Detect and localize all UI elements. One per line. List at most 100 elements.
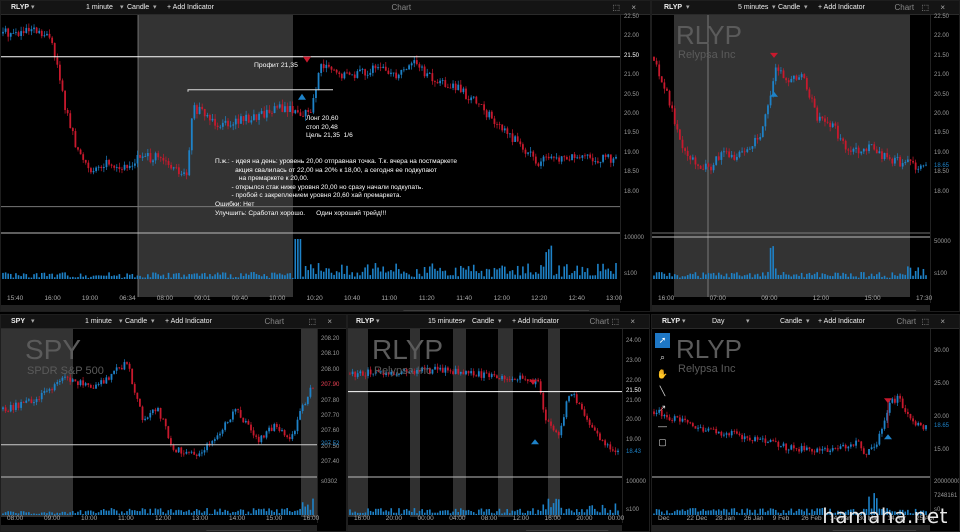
candle xyxy=(97,382,100,387)
time-navigator[interactable] xyxy=(348,525,622,531)
candle xyxy=(821,446,824,454)
close-icon[interactable]: × xyxy=(630,315,635,329)
interval-selector[interactable]: 15 minutes xyxy=(428,315,462,329)
symbol-selector[interactable]: RLYP xyxy=(664,1,682,15)
chart-type-selector[interactable]: Candle xyxy=(125,315,147,329)
dropdown-caret-icon[interactable]: ▾ xyxy=(772,1,776,15)
maximize-icon[interactable]: ⬚ xyxy=(308,315,316,329)
candle xyxy=(113,370,115,375)
chart-title: Chart xyxy=(896,317,917,326)
candle xyxy=(901,396,904,409)
price-axis: 22.50 22.00 21.50 21.00 20.50 20.00 19.50 19.00… xyxy=(620,14,650,303)
candle xyxy=(671,418,674,424)
dropdown-caret-icon[interactable]: ▾ xyxy=(804,1,808,15)
chart-type-selector[interactable]: Candle xyxy=(127,1,149,15)
maximize-icon[interactable]: ⬚ xyxy=(921,315,929,329)
axis-tick-label: 208.10 xyxy=(321,351,340,358)
interval-selector[interactable]: Day xyxy=(712,315,724,329)
dropdown-caret-icon[interactable]: ▾ xyxy=(806,315,810,329)
chart-header: RLYP ▾ 5 minutes ▾ Candle ▾ + Add Indicator Cha… xyxy=(652,1,959,15)
add-indicator-button[interactable]: + Add Indicator xyxy=(512,315,559,329)
candle xyxy=(74,379,77,382)
symbol-selector[interactable]: SPY xyxy=(11,315,25,329)
trade-notes: П.ж.: - идея на день: уровень 20,00 отпр… xyxy=(215,158,458,217)
close-icon[interactable]: × xyxy=(631,1,636,15)
time-tick-label: 16:00 xyxy=(44,295,61,302)
candle xyxy=(668,89,671,108)
candle xyxy=(686,419,689,425)
interval-selector[interactable]: 1 minute xyxy=(85,315,112,329)
chart-type-selector[interactable]: Candle xyxy=(780,315,802,329)
symbol-selector[interactable]: RLYP xyxy=(356,315,374,329)
axis-tick-label: 207.60 xyxy=(321,428,340,435)
candle xyxy=(751,439,754,444)
last-price-tag: 18.65 xyxy=(934,163,950,170)
time-navigator[interactable] xyxy=(652,305,930,311)
time-tick-label: 26 Feb xyxy=(801,515,822,522)
close-icon[interactable]: × xyxy=(327,315,332,329)
interval-selector[interactable]: 1 minute xyxy=(86,1,113,15)
axis-tick-label: 22.50 xyxy=(934,14,950,20)
dropdown-caret-icon[interactable]: ▾ xyxy=(119,315,123,329)
candle xyxy=(74,128,77,148)
dropdown-caret-icon[interactable]: ▾ xyxy=(682,315,686,329)
maximize-icon[interactable]: ⬚ xyxy=(612,1,620,15)
candle xyxy=(782,441,785,448)
dropdown-caret-icon[interactable]: ▾ xyxy=(686,1,690,15)
axis-tick-label: 23.00 xyxy=(626,357,642,364)
add-indicator-button[interactable]: + Add Indicator xyxy=(818,1,865,15)
candle xyxy=(811,448,813,455)
chart-header: RLYP ▾ 15 minutes ▾ Candle ▾ + Add Indicator Ch… xyxy=(348,315,649,329)
close-icon[interactable]: × xyxy=(940,1,945,15)
site-watermark: hamaha.net xyxy=(822,504,948,528)
candle xyxy=(914,419,917,427)
axis-tick-label: 30.00 xyxy=(934,347,950,354)
level-tag: 21.50 xyxy=(625,387,643,394)
candle xyxy=(198,450,201,458)
candle xyxy=(193,448,196,455)
symbol-selector[interactable]: RLYP xyxy=(11,1,29,15)
time-tick-label: 10:00 xyxy=(81,515,98,522)
axis-tick-label: 21.00 xyxy=(934,72,950,79)
maximize-icon[interactable]: ⬚ xyxy=(611,315,619,329)
candle xyxy=(475,95,478,105)
candle xyxy=(764,435,767,446)
chart-type-selector[interactable]: Candle xyxy=(472,315,494,329)
candle xyxy=(787,448,790,454)
dropdown-caret-icon[interactable]: ▾ xyxy=(498,315,502,329)
maximize-icon[interactable]: ⬚ xyxy=(921,1,929,15)
dropdown-caret-icon[interactable]: ▾ xyxy=(151,315,155,329)
chart-type-selector[interactable]: Candle xyxy=(778,1,800,15)
candle xyxy=(151,409,154,416)
symbol-watermark: RLYP xyxy=(676,20,742,50)
candle xyxy=(860,440,863,451)
candle xyxy=(84,381,87,387)
axis-tick-label: 19.00 xyxy=(626,437,642,444)
time-axis: 16:00 07:00 09:00 12:00 15:00 17:30 xyxy=(652,295,932,305)
add-indicator-button[interactable]: + Add Indicator xyxy=(167,1,214,15)
time-navigator[interactable] xyxy=(1,525,317,531)
add-indicator-button[interactable]: + Add Indicator xyxy=(165,315,212,329)
dropdown-caret-icon[interactable]: ▾ xyxy=(153,1,157,15)
dropdown-caret-icon[interactable]: ▾ xyxy=(120,1,124,15)
candle xyxy=(250,421,252,433)
dropdown-caret-icon[interactable]: ▾ xyxy=(31,315,35,329)
add-indicator-button[interactable]: + Add Indicator xyxy=(818,315,865,329)
candle xyxy=(738,431,741,437)
dropdown-caret-icon[interactable]: ▾ xyxy=(746,315,750,329)
candle xyxy=(229,419,232,423)
time-axis: 08:00 09:00 10:00 11:00 12:00 13:00 14:00 15:00… xyxy=(1,515,319,525)
candle xyxy=(257,434,260,445)
dropdown-caret-icon[interactable]: ▾ xyxy=(31,1,35,15)
candle xyxy=(288,433,291,442)
candle xyxy=(177,446,180,453)
candle xyxy=(296,416,299,435)
symbol-selector[interactable]: RLYP xyxy=(662,315,680,329)
close-icon[interactable]: × xyxy=(940,315,945,329)
interval-selector[interactable]: 5 minutes xyxy=(738,1,768,15)
time-tick-label: 12:00 xyxy=(812,295,830,302)
axis-tick-label: 20.00 xyxy=(934,414,950,421)
dropdown-caret-icon[interactable]: ▾ xyxy=(376,315,380,329)
time-navigator[interactable] xyxy=(1,305,620,311)
dropdown-caret-icon[interactable]: ▾ xyxy=(462,315,466,329)
